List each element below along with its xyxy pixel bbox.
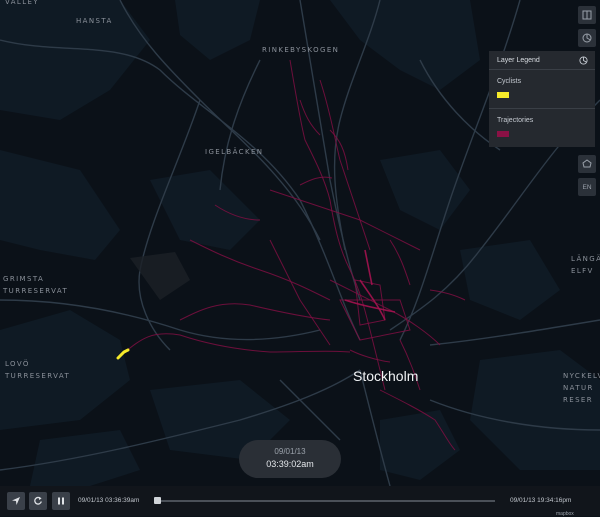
navigation-arrow-icon — [12, 497, 20, 505]
place-label-grimsta: GRIMSTA TURRESERVAT — [3, 275, 69, 295]
timeline-end-label: 09/01/13 19:34:16pm — [510, 497, 572, 504]
legend-swatch — [497, 131, 509, 137]
place-label-langa: LÄNGÄ ELFV — [571, 255, 600, 275]
current-time: 03:39:02am — [266, 459, 314, 469]
trajectories-core — [344, 249, 396, 321]
legend-header: Layer Legend — [489, 51, 595, 70]
legend-item-label: Cyclists — [497, 78, 522, 85]
legend-title: Layer Legend — [497, 56, 540, 64]
map-panel-button[interactable] — [578, 6, 596, 24]
layer-legend-panel: Layer Legend Cyclists Trajectories — [489, 51, 595, 147]
place-label-valley: VALLEY — [5, 0, 40, 6]
place-label-nackareservat: NYCKELV NATUR RESER — [563, 372, 600, 404]
legend-item-trajectories: Trajectories — [489, 109, 595, 147]
city-label-stockholm: Stockholm — [353, 368, 419, 384]
layers-button[interactable] — [578, 29, 596, 47]
map-panel-icon — [582, 10, 592, 20]
place-label-rinkebyskogen: RINKEBYSKOGEN — [262, 46, 340, 54]
timeline-track[interactable] — [160, 500, 495, 502]
replay-button[interactable] — [29, 492, 47, 510]
pause-icon — [58, 497, 64, 505]
current-date: 09/01/13 — [274, 447, 306, 456]
place-label-lovo: LOVÖ TURRESERVAT — [5, 360, 71, 380]
polygon-draw-icon — [582, 159, 592, 168]
legend-item-cyclists: Cyclists — [489, 70, 595, 109]
layers-icon — [582, 33, 592, 43]
place-label-igelbacken: IGELBÄCKEN — [205, 148, 264, 156]
legend-swatch — [497, 92, 509, 98]
timeline-start-label: 09/01/13 03:36:39am — [78, 497, 140, 504]
locate-button[interactable] — [7, 492, 25, 510]
layers-icon[interactable] — [579, 55, 588, 65]
mapbox-logo: mapbox — [556, 511, 574, 517]
current-time-display: 09/01/13 03:39:02am — [239, 440, 341, 478]
draw-polygon-button[interactable] — [578, 155, 596, 173]
place-label-hansta: HANSTA — [76, 17, 113, 25]
replay-icon — [34, 496, 42, 505]
timeline-handle[interactable] — [154, 497, 161, 504]
legend-item-label: Trajectories — [497, 117, 534, 124]
locale-button[interactable]: EN — [578, 178, 596, 196]
pause-button[interactable] — [52, 492, 70, 510]
